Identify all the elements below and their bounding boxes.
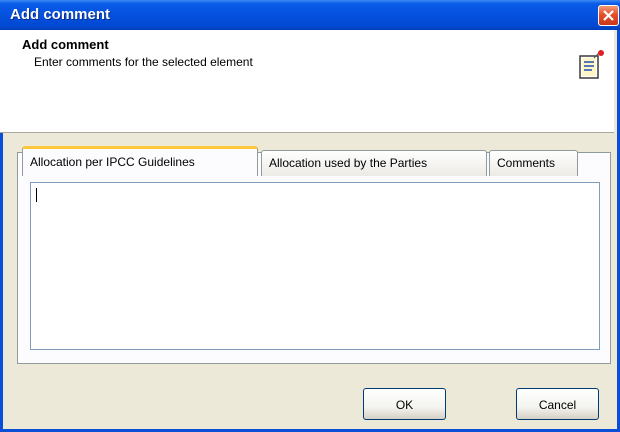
close-button[interactable] (598, 5, 619, 26)
notepad-pin-icon (579, 50, 604, 79)
cancel-button[interactable]: Cancel (516, 388, 599, 420)
ok-button[interactable]: OK (363, 388, 446, 420)
tab-label: Comments (497, 156, 556, 170)
tab-allocation-parties[interactable]: Allocation used by the Parties (261, 150, 487, 176)
comment-textarea[interactable] (30, 182, 600, 350)
title-bar[interactable]: Add comment (0, 0, 620, 30)
tab-allocation-ipcc[interactable]: Allocation per IPCC Guidelines (22, 146, 258, 176)
tab-comments[interactable]: Comments (489, 150, 578, 176)
tab-label: Allocation per IPCC Guidelines (30, 155, 195, 169)
window-title: Add comment (10, 6, 111, 23)
header-subtitle: Enter comments for the selected element (34, 55, 253, 69)
text-caret (36, 188, 37, 202)
header-title: Add comment (22, 37, 109, 52)
close-icon (603, 10, 614, 21)
tab-label: Allocation used by the Parties (269, 156, 428, 170)
